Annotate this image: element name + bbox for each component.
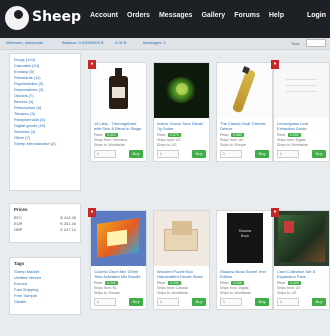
product-title[interactable]: Shadow Book Secret Text Edition — [217, 266, 272, 280]
price-badge: 0.030 — [167, 281, 181, 285]
nav-forums[interactable]: Forums — [234, 12, 260, 19]
product-title[interactable]: Colorful Drum Mix 100ml Tiles Activated … — [91, 266, 146, 280]
price-badge: 0.020 — [287, 281, 301, 285]
buy-row: 1 Buy — [154, 295, 209, 309]
status-bar: Welcome, sheepuser Balance: 0.00000000 B… — [0, 38, 330, 50]
price-badge: 0.010 — [104, 133, 118, 137]
price-value: £ 247.12 — [60, 227, 76, 232]
buy-button[interactable]: Buy — [192, 298, 206, 306]
nav-messages[interactable]: Messages — [159, 12, 192, 19]
product-card[interactable]: ♦ Colorful Drum Mix 100ml Tiles Activate… — [88, 208, 147, 310]
balance-usd: 0.00 $ — [115, 40, 127, 45]
product-card[interactable]: Shadow Book Shadow Book Secret Text Editi… — [216, 210, 273, 310]
quantity-input[interactable]: 1 — [94, 298, 116, 306]
product-title[interactable]: Wooden Puzzle Box Handcrafted Secret Sta… — [154, 266, 209, 280]
quantity-input[interactable]: 1 — [157, 150, 179, 158]
price-badge: 0.070 — [167, 133, 181, 137]
nav-account[interactable]: Account — [90, 12, 118, 19]
buy-row: 1 Buy — [91, 147, 146, 161]
main-nav: Account Orders Messages Gallery Forums H… — [90, 12, 284, 19]
brand-name[interactable]: Sheep — [32, 9, 81, 25]
buy-button[interactable]: Buy — [312, 150, 326, 158]
sheep-logo-icon[interactable] — [5, 6, 29, 30]
balance-btc[interactable]: Balance: 0.00000000 B — [62, 40, 104, 45]
top-navbar: Sheep Account Orders Messages Gallery Fo… — [0, 0, 330, 38]
featured-badge-icon: ♦ — [271, 208, 279, 217]
sort-label: Sort: — [291, 40, 300, 46]
product-card[interactable]: ♦ Card Collection Set 8 Expansion Pack P… — [271, 208, 330, 310]
product-title[interactable]: Indoor Grown Sour Diesel 7g Guide — [154, 118, 209, 132]
tag-link[interactable]: Stealth — [14, 299, 76, 305]
product-title[interactable]: 15 Lists - Thoroughbred with Solo & Blen… — [91, 118, 146, 132]
product-title[interactable]: Lemongrass Leaf Extraction Guide — [274, 118, 329, 132]
product-card[interactable]: ♦ Lemongrass Leaf Extraction Guide Price… — [271, 60, 330, 162]
product-card[interactable]: Indoor Grown Sour Diesel 7g Guide Price:… — [153, 62, 210, 162]
nav-orders[interactable]: Orders — [127, 12, 150, 19]
buy-button[interactable]: Buy — [129, 150, 143, 158]
featured-badge-icon: ♦ — [88, 60, 96, 69]
product-image[interactable]: Shadow Book — [217, 211, 272, 266]
welcome-text: Welcome, sheepuser — [6, 40, 44, 45]
product-title[interactable]: Card Collection Set 8 Expansion Pack — [274, 266, 329, 280]
quantity-input[interactable]: 1 — [157, 298, 179, 306]
product-card[interactable]: Wooden Puzzle Box Handcrafted Secret Sta… — [153, 210, 210, 310]
nav-help[interactable]: Help — [269, 12, 284, 19]
quantity-input[interactable]: 1 — [94, 150, 116, 158]
quantity-input[interactable]: 1 — [220, 150, 242, 158]
buy-button[interactable]: Buy — [255, 298, 269, 306]
product-image[interactable] — [91, 63, 146, 118]
sort-select[interactable] — [306, 39, 326, 47]
product-card[interactable]: The Classic Dual Trimmer Deluxe Price: 0.… — [216, 62, 273, 162]
featured-badge-icon: ♦ — [88, 208, 96, 217]
tags-panel: Tags Sheep Market Verified Vendor Escrow… — [9, 257, 81, 315]
price-header: Prices — [14, 207, 28, 212]
login-link[interactable]: Login — [307, 12, 326, 19]
tags-header: Tags — [14, 261, 25, 266]
buy-row: 1 Buy — [274, 295, 329, 309]
product-image[interactable] — [154, 211, 209, 266]
buy-row: 1 Buy — [217, 295, 272, 309]
product-image[interactable] — [217, 63, 272, 118]
quantity-input[interactable]: 1 — [220, 298, 242, 306]
product-image[interactable] — [154, 63, 209, 118]
messages-count[interactable]: Messages: 0 — [143, 40, 166, 45]
product-image[interactable] — [274, 211, 329, 266]
product-card[interactable]: ♦ 15 Lists - Thoroughbred with Solo & Bl… — [88, 60, 147, 162]
product-image[interactable] — [274, 63, 329, 118]
buy-button[interactable]: Buy — [255, 150, 269, 158]
sidebar: Drugs (104) Cannabis (24) Ecstasy (5) St… — [9, 53, 81, 315]
buy-button[interactable]: Buy — [129, 298, 143, 306]
sort-controls: Sort: — [292, 39, 326, 47]
price-label: GBP — [14, 227, 23, 232]
buy-button[interactable]: Buy — [192, 150, 206, 158]
category-list: Drugs (104) Cannabis (24) Ecstasy (5) St… — [9, 53, 81, 191]
featured-badge-icon: ♦ — [271, 60, 279, 69]
buy-row: 1 Buy — [154, 147, 209, 161]
price-panel: Prices BTC $ 412.35 EUR € 301.40 GBP £ 247.… — [9, 203, 81, 243]
price-row: GBP £ 247.12 — [14, 227, 76, 233]
product-title[interactable]: The Classic Dual Trimmer Deluxe — [217, 118, 272, 132]
buy-button[interactable]: Buy — [312, 298, 326, 306]
category-item[interactable]: Sheep Merchandise (2) — [14, 141, 76, 147]
buy-row: 1 Buy — [217, 147, 272, 161]
quantity-input[interactable]: 1 — [277, 150, 299, 158]
quantity-input[interactable]: 1 — [277, 298, 299, 306]
price-badge: 0.005 — [230, 281, 244, 285]
buy-row: 1 Buy — [274, 147, 329, 161]
price-badge: 0.002 — [287, 133, 301, 137]
price-badge: 0.015 — [104, 281, 118, 285]
buy-row: 1 Buy — [91, 295, 146, 309]
nav-gallery[interactable]: Gallery — [201, 12, 225, 19]
product-image[interactable] — [91, 211, 146, 266]
price-badge: 0.080 — [230, 133, 244, 137]
